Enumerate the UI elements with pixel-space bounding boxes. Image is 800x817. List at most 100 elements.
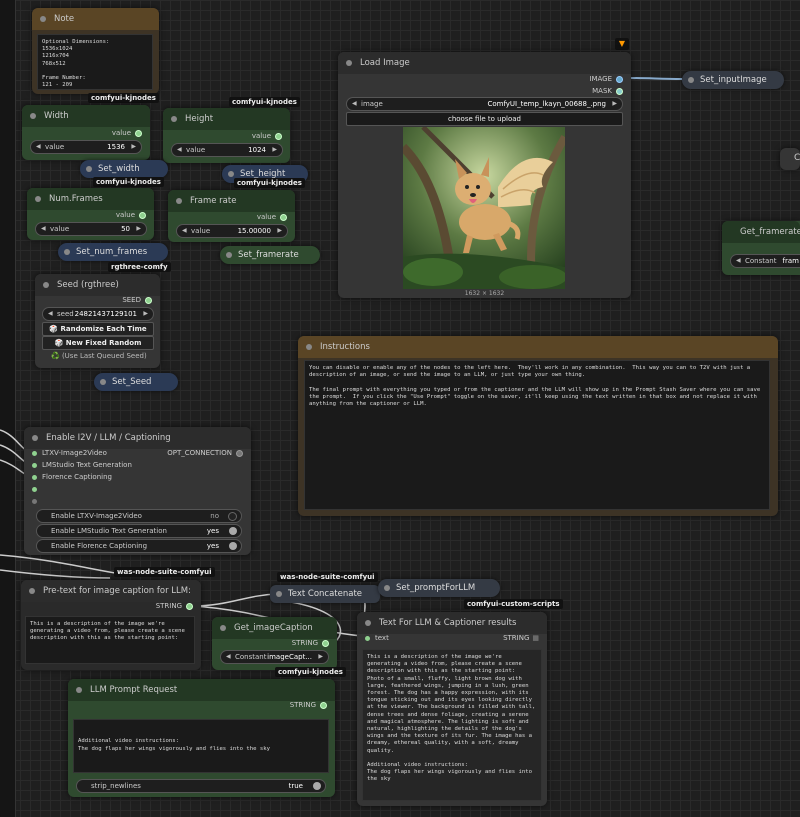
increment-arrow-icon[interactable]: ▶	[143, 308, 148, 320]
collapse-dot-icon[interactable]	[171, 116, 177, 122]
input-pin-icon[interactable]	[365, 635, 370, 641]
output-opt-connection[interactable]: OPT_CONNECTION	[167, 449, 243, 457]
note-text[interactable]: Optional Dimensions: 1536x1024 1216x704 …	[37, 34, 153, 90]
toggle-enable-ltxv[interactable]: Enable LTXV-Image2Video no	[36, 509, 242, 523]
set-prompt-for-llm-node[interactable]: Set_promptForLLM	[378, 579, 500, 597]
output-pin-icon[interactable]	[135, 129, 142, 137]
input-empty-2[interactable]	[32, 497, 42, 505]
decrement-arrow-icon[interactable]: ◀	[352, 98, 357, 110]
output-image[interactable]: IMAGE	[589, 75, 623, 83]
output-string[interactable]: STRING	[290, 701, 327, 709]
increment-arrow-icon[interactable]: ▶	[131, 141, 136, 153]
output-seed[interactable]: SEED	[122, 296, 152, 304]
pretext-node[interactable]: Pre-text for image caption for LLM: STRI…	[21, 580, 201, 670]
decrement-arrow-icon[interactable]: ◀	[36, 141, 41, 153]
seed-node[interactable]: Seed (rgthree) SEED ◀ seed 24821437129101 ▶…	[35, 274, 160, 368]
collapse-dot-icon[interactable]	[64, 249, 70, 255]
set-seed-node[interactable]: Set_Seed	[94, 373, 178, 391]
output-value[interactable]: value	[116, 211, 146, 219]
collapse-dot-icon[interactable]	[306, 344, 312, 350]
llm-prompt-text[interactable]: Additional video instructions: The dog f…	[73, 719, 329, 773]
node-header[interactable]: Frame rate	[168, 190, 295, 212]
enable-switch-node[interactable]: Enable I2V / LLM / Captioning LTXV-Image…	[24, 427, 251, 555]
decrement-arrow-icon[interactable]: ◀	[48, 308, 53, 320]
width-node[interactable]: Width value ◀ value 1536 ▶	[22, 105, 150, 160]
output-pin-icon[interactable]	[616, 87, 623, 95]
num-frames-widget[interactable]: ◀ value 50 ▶	[35, 222, 147, 236]
collapse-dot-icon[interactable]	[100, 379, 106, 385]
llm-prompt-request-node[interactable]: LLM Prompt Request STRING Additional vid…	[68, 679, 335, 797]
toggle-knob-icon[interactable]	[228, 512, 237, 521]
output-string[interactable]: STRING ▦	[503, 634, 539, 642]
text-for-llm-node[interactable]: Text For LLM & Captioner results text ST…	[357, 612, 547, 806]
frame-rate-widget[interactable]: ◀ value 15.00000 ▶	[176, 224, 288, 238]
num-frames-node[interactable]: Num.Frames value ◀ value 50 ▶	[27, 188, 154, 240]
node-header[interactable]: Note	[32, 8, 159, 30]
instructions-text[interactable]: You can disable or enable any of the nod…	[304, 360, 770, 510]
use-last-queued-seed-button[interactable]: ♻️ (Use Last Queued Seed)	[51, 352, 147, 360]
image-select-widget[interactable]: ◀ image ComfyUI_temp_lkayn_00688_.png ▶	[346, 97, 623, 111]
node-header[interactable]: Get_imageCaption	[212, 617, 337, 639]
output-pin-icon[interactable]	[186, 602, 193, 610]
input-empty-1[interactable]	[32, 485, 42, 493]
collapse-dot-icon[interactable]	[365, 620, 371, 626]
collapse-dot-icon[interactable]	[29, 588, 35, 594]
collapse-dot-icon[interactable]	[176, 198, 182, 204]
output-pin-icon[interactable]	[236, 449, 243, 457]
new-fixed-random-button[interactable]: 🎲 New Fixed Random	[42, 336, 154, 350]
decrement-arrow-icon[interactable]: ◀	[736, 255, 741, 267]
collapse-dot-icon[interactable]	[35, 196, 41, 202]
input-lmstudio[interactable]: LMStudio Text Generation	[32, 461, 132, 469]
node-header[interactable]: Load Image	[338, 52, 631, 74]
height-node[interactable]: Height value ◀ value 1024 ▶	[163, 108, 290, 163]
output-string[interactable]: STRING	[292, 639, 329, 647]
toggle-knob-icon[interactable]	[229, 542, 237, 550]
output-value[interactable]: value	[112, 129, 142, 137]
output-pin-icon[interactable]	[139, 211, 146, 219]
strip-newlines-toggle[interactable]: strip_newlines true	[76, 779, 326, 793]
input-pin-icon[interactable]	[32, 498, 37, 504]
collapse-dot-icon[interactable]	[220, 625, 226, 631]
choose-file-button[interactable]: choose file to upload	[346, 112, 623, 126]
collapse-dot-icon[interactable]	[688, 77, 694, 83]
collapse-dot-icon[interactable]	[226, 252, 232, 258]
decrement-arrow-icon[interactable]: ◀	[41, 223, 46, 235]
output-pin-icon[interactable]	[275, 132, 282, 140]
width-value-widget[interactable]: ◀ value 1536 ▶	[30, 140, 142, 154]
toggle-knob-icon[interactable]	[229, 527, 237, 535]
decrement-arrow-icon[interactable]: ◀	[226, 651, 231, 663]
node-header[interactable]: Enable I2V / LLM / Captioning	[24, 427, 251, 449]
increment-arrow-icon[interactable]: ▶	[277, 225, 282, 237]
output-pin-icon[interactable]	[280, 213, 287, 221]
get-image-caption-node[interactable]: Get_imageCaption STRING ◀ Constant imageCa…	[212, 617, 337, 670]
collapse-dot-icon[interactable]	[30, 113, 36, 119]
increment-arrow-icon[interactable]: ▶	[318, 651, 323, 663]
node-header[interactable]: Height	[163, 108, 290, 130]
load-image-node[interactable]: Load Image IMAGE MASK ◀ image ComfyUI_temp…	[338, 52, 631, 298]
collapse-dot-icon[interactable]	[228, 171, 234, 177]
node-header[interactable]: Pre-text for image caption for LLM:	[21, 580, 201, 602]
output-value[interactable]: value	[257, 213, 287, 221]
collapse-dot-icon[interactable]	[40, 16, 46, 22]
output-value[interactable]: value	[252, 132, 282, 140]
collapse-dot-icon[interactable]	[276, 591, 282, 597]
get-caption-constant-widget[interactable]: ◀ Constant imageCapt... ▶	[220, 650, 329, 664]
increment-arrow-icon[interactable]: ▶	[612, 98, 617, 110]
seed-widget[interactable]: ◀ seed 24821437129101 ▶	[42, 307, 154, 321]
toggle-enable-florence[interactable]: Enable Florence Captioning yes	[36, 539, 242, 553]
input-ltxv[interactable]: LTXV-Image2Video	[32, 449, 107, 457]
instructions-node[interactable]: Instructions You can disable or enable a…	[298, 336, 778, 516]
collapse-dot-icon[interactable]	[384, 585, 390, 591]
pretext-text[interactable]: This is a description of the image we're…	[25, 616, 195, 664]
node-header[interactable]: LLM Prompt Request	[68, 679, 335, 701]
height-value-widget[interactable]: ◀ value 1024 ▶	[171, 143, 283, 157]
increment-arrow-icon[interactable]: ▶	[136, 223, 141, 235]
node-header[interactable]: Get_framerate	[722, 221, 800, 243]
set-framerate-node[interactable]: Set_framerate	[220, 246, 320, 264]
text-concatenate-node[interactable]: Text Concatenate	[270, 585, 380, 603]
input-pin-icon[interactable]	[32, 462, 37, 468]
collapse-dot-icon[interactable]	[32, 435, 38, 441]
input-text[interactable]: text	[365, 634, 389, 642]
node-header[interactable]: Text For LLM & Captioner results	[357, 612, 547, 634]
decrement-arrow-icon[interactable]: ◀	[182, 225, 187, 237]
